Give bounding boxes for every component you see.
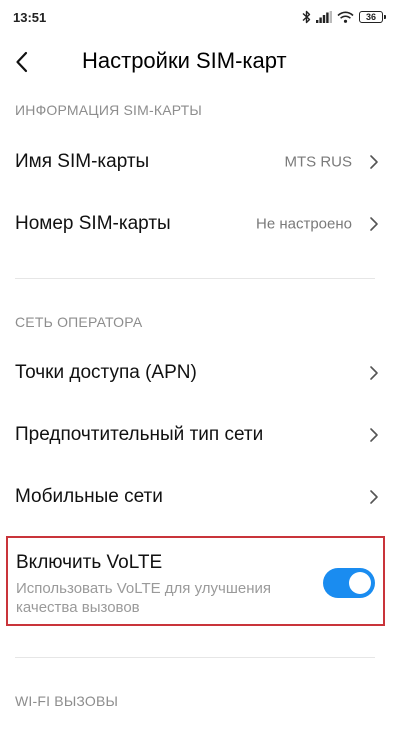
status-bar: 13:51 36 — [0, 0, 399, 34]
sim-name-row[interactable]: Имя SIM-карты MTS RUS — [0, 132, 399, 192]
section-header-operator-network: СЕТЬ ОПЕРАТОРА — [15, 314, 143, 330]
preferred-network-type-label: Предпочтительный тип сети — [15, 424, 264, 445]
sim-name-value: MTS RUS — [284, 153, 353, 171]
back-arrow-icon — [16, 51, 28, 73]
chevron-right-icon — [370, 490, 378, 504]
volte-title: Включить VoLTE — [16, 552, 163, 573]
chevron-right-icon — [370, 217, 378, 231]
volte-toggle[interactable] — [323, 568, 375, 598]
volte-description: Использовать VoLTE для улучшения качеств… — [16, 580, 271, 616]
header: Настройки SIM-карт — [0, 38, 399, 88]
apn-row[interactable]: Точки доступа (APN) — [0, 343, 399, 403]
divider — [15, 278, 375, 279]
divider — [15, 657, 375, 658]
status-time: 13:51 — [13, 10, 47, 25]
status-icons: 36 — [302, 9, 386, 25]
sim-name-label: Имя SIM-карты — [15, 151, 150, 172]
wifi-icon — [337, 11, 354, 23]
section-header-wifi-calls: WI-FI ВЫЗОВЫ — [15, 693, 119, 709]
bluetooth-icon — [302, 10, 311, 24]
section-header-sim-info: ИНФОРМАЦИЯ SIM-КАРТЫ — [15, 102, 203, 118]
toggle-knob — [349, 572, 371, 594]
signal-icon — [316, 11, 332, 23]
mobile-networks-label: Мобильные сети — [15, 486, 163, 507]
back-button[interactable] — [6, 46, 38, 78]
chevron-right-icon — [370, 155, 378, 169]
chevron-right-icon — [370, 366, 378, 380]
sim-number-row[interactable]: Номер SIM-карты Не настроено — [0, 194, 399, 254]
page-title: Настройки SIM-карт — [82, 48, 287, 73]
chevron-right-icon — [370, 428, 378, 442]
battery-icon: 36 — [359, 11, 386, 23]
mobile-networks-row[interactable]: Мобильные сети — [0, 467, 399, 527]
volte-row[interactable]: Включить VoLTE Использовать VoLTE для ул… — [6, 536, 385, 626]
apn-label: Точки доступа (APN) — [15, 362, 197, 383]
preferred-network-type-row[interactable]: Предпочтительный тип сети — [0, 405, 399, 465]
sim-number-value: Не настроено — [256, 215, 352, 233]
sim-number-label: Номер SIM-карты — [15, 213, 171, 234]
